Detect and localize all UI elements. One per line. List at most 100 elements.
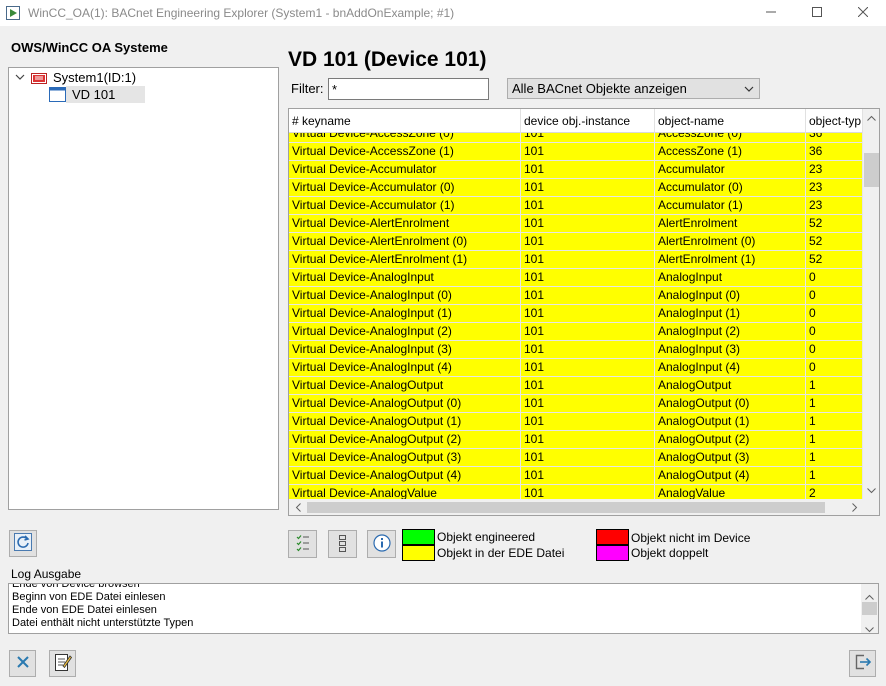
table-row[interactable]: Virtual Device-AlertEnrolment 101 AlertEnr… — [289, 215, 863, 233]
table-cell: Virtual Device-AnalogOutput (2) — [289, 431, 521, 449]
scroll-thumb[interactable] — [307, 502, 825, 513]
scroll-up-icon[interactable] — [863, 109, 879, 126]
app-play-icon — [6, 6, 20, 20]
minimize-icon — [766, 6, 776, 20]
table-cell: 36 — [806, 143, 863, 161]
exit-button[interactable] — [849, 650, 876, 677]
table-cell: AlertEnrolment — [655, 215, 806, 233]
refresh-button[interactable] — [9, 530, 37, 557]
table-cell: AnalogInput (1) — [655, 305, 806, 323]
table-row[interactable]: Virtual Device-AnalogOutput (1) 101 Analog… — [289, 413, 863, 431]
exit-icon — [854, 653, 872, 674]
maximize-button[interactable] — [794, 0, 840, 26]
table-row[interactable]: Virtual Device-AnalogInput (1) 101 AnalogI… — [289, 305, 863, 323]
table-cell: Virtual Device-AnalogInput (1) — [289, 305, 521, 323]
system-tree[interactable]: System1(ID:1) VD 101 — [8, 67, 279, 510]
info-button[interactable] — [367, 530, 396, 558]
table-row[interactable]: Virtual Device-AnalogOutput 101 AnalogOutp… — [289, 377, 863, 395]
tree-item-system[interactable]: System1(ID:1) — [13, 68, 136, 86]
table-cell: AccessZone (1) — [655, 143, 806, 161]
vertical-scrollbar[interactable] — [863, 109, 879, 499]
table-cell: Virtual Device-AlertEnrolment (1) — [289, 251, 521, 269]
table-cell: 23 — [806, 179, 863, 197]
table-row[interactable]: Virtual Device-AnalogOutput (3) 101 Analog… — [289, 449, 863, 467]
select-value: Alle BACnet Objekte anzeigen — [512, 81, 687, 96]
table-cell: Accumulator — [655, 161, 806, 179]
table-row[interactable]: Virtual Device-AnalogInput (0) 101 AnalogI… — [289, 287, 863, 305]
table-row[interactable]: Virtual Device-AccessZone (0) 101 AccessZo… — [289, 133, 863, 143]
table-cell: 101 — [521, 269, 655, 287]
table-cell: Virtual Device-AccessZone (1) — [289, 143, 521, 161]
table-cell: Virtual Device-AnalogValue — [289, 485, 521, 499]
table-row[interactable]: Virtual Device-AnalogOutput (4) 101 Analog… — [289, 467, 863, 485]
table-row[interactable]: Virtual Device-AnalogInput 101 AnalogInput… — [289, 269, 863, 287]
window-title: WinCC_OA(1): BACnet Engineering Explorer… — [28, 6, 455, 20]
table-cell: Virtual Device-AnalogOutput (3) — [289, 449, 521, 467]
table-row[interactable]: Virtual Device-AnalogInput (4) 101 AnalogI… — [289, 359, 863, 377]
table-cell: Accumulator (0) — [655, 179, 806, 197]
minimize-button[interactable] — [748, 0, 794, 26]
table-row[interactable]: Virtual Device-AccessZone (1) 101 AccessZo… — [289, 143, 863, 161]
log-line: Beginn von EDE Datei einlesen — [12, 591, 166, 603]
filter-input[interactable] — [328, 78, 489, 100]
table-row[interactable]: Virtual Device-Accumulator 101 Accumulator… — [289, 161, 863, 179]
clear-icon — [16, 655, 30, 672]
table-row[interactable]: Virtual Device-AnalogInput (2) 101 AnalogI… — [289, 323, 863, 341]
object-filter-select[interactable]: Alle BACnet Objekte anzeigen — [507, 78, 760, 99]
table-cell: Virtual Device-AnalogInput (4) — [289, 359, 521, 377]
table-cell: Virtual Device-AnalogOutput — [289, 377, 521, 395]
table-cell: 101 — [521, 233, 655, 251]
table-cell: 0 — [806, 323, 863, 341]
table-body: Virtual Device-AccessZone (0) 101 AccessZo… — [289, 133, 863, 499]
scroll-down-icon[interactable] — [863, 482, 879, 499]
table-cell: Virtual Device-AccessZone (0) — [289, 133, 521, 143]
scroll-left-icon[interactable] — [289, 499, 306, 515]
table-cell: 36 — [806, 133, 863, 143]
table-cell: Virtual Device-AnalogInput (0) — [289, 287, 521, 305]
column-header[interactable]: device obj.-instance — [521, 109, 655, 133]
title-bar: WinCC_OA(1): BACnet Engineering Explorer… — [0, 0, 886, 26]
table-cell: AnalogOutput (1) — [655, 413, 806, 431]
table-row[interactable]: Virtual Device-Accumulator (1) 101 Accumul… — [289, 197, 863, 215]
objects-table[interactable]: # keyname device obj.-instance object-na… — [288, 108, 880, 516]
table-row[interactable]: Virtual Device-AlertEnrolment (0) 101 Aler… — [289, 233, 863, 251]
table-cell: Virtual Device-AnalogInput (3) — [289, 341, 521, 359]
legend-label-not-in-device: Objekt nicht im Device — [631, 531, 751, 545]
table-cell: 0 — [806, 359, 863, 377]
system-icon — [31, 72, 47, 84]
table-row[interactable]: Virtual Device-AnalogValue 101 AnalogValue… — [289, 485, 863, 499]
log-line: Ende von Device browsen — [12, 583, 140, 590]
table-cell: AnalogOutput (3) — [655, 449, 806, 467]
scroll-up-icon[interactable] — [865, 589, 874, 603]
table-row[interactable]: Virtual Device-AnalogOutput (0) 101 Analog… — [289, 395, 863, 413]
scroll-right-icon[interactable] — [846, 499, 863, 515]
log-output[interactable]: Ende von Device browsen Beginn von EDE D… — [8, 583, 879, 634]
close-window-button[interactable] — [840, 0, 886, 26]
checklist-button[interactable] — [288, 530, 317, 558]
edit-document-button[interactable] — [49, 650, 76, 677]
column-header[interactable]: object-name — [655, 109, 806, 133]
table-cell: Virtual Device-AnalogInput — [289, 269, 521, 287]
table-row[interactable]: Virtual Device-AnalogOutput (2) 101 Analog… — [289, 431, 863, 449]
table-cell: AnalogOutput (4) — [655, 467, 806, 485]
table-row[interactable]: Virtual Device-AlertEnrolment (1) 101 Aler… — [289, 251, 863, 269]
scroll-down-icon[interactable] — [865, 622, 874, 633]
list-button[interactable] — [328, 530, 357, 558]
checklist-icon — [296, 534, 310, 555]
column-header[interactable]: object-typ — [806, 109, 863, 133]
log-vertical-scrollbar[interactable] — [861, 584, 878, 633]
table-cell: 52 — [806, 215, 863, 233]
scroll-thumb[interactable] — [864, 153, 879, 187]
horizontal-scrollbar[interactable] — [289, 499, 863, 515]
table-cell: 0 — [806, 341, 863, 359]
scroll-thumb[interactable] — [862, 602, 877, 615]
log-line: Datei enthält nicht unterstützte Typen — [12, 617, 194, 629]
tree-item-device[interactable]: VD 101 — [49, 85, 146, 103]
tree-title: OWS/WinCC OA Systeme — [11, 40, 168, 55]
table-row[interactable]: Virtual Device-AnalogInput (3) 101 AnalogI… — [289, 341, 863, 359]
table-row[interactable]: Virtual Device-Accumulator (0) 101 Accumul… — [289, 179, 863, 197]
info-icon — [372, 533, 391, 555]
column-header[interactable]: # keyname — [289, 109, 521, 133]
clear-log-button[interactable] — [9, 650, 36, 677]
chevron-down-icon[interactable] — [13, 70, 27, 84]
